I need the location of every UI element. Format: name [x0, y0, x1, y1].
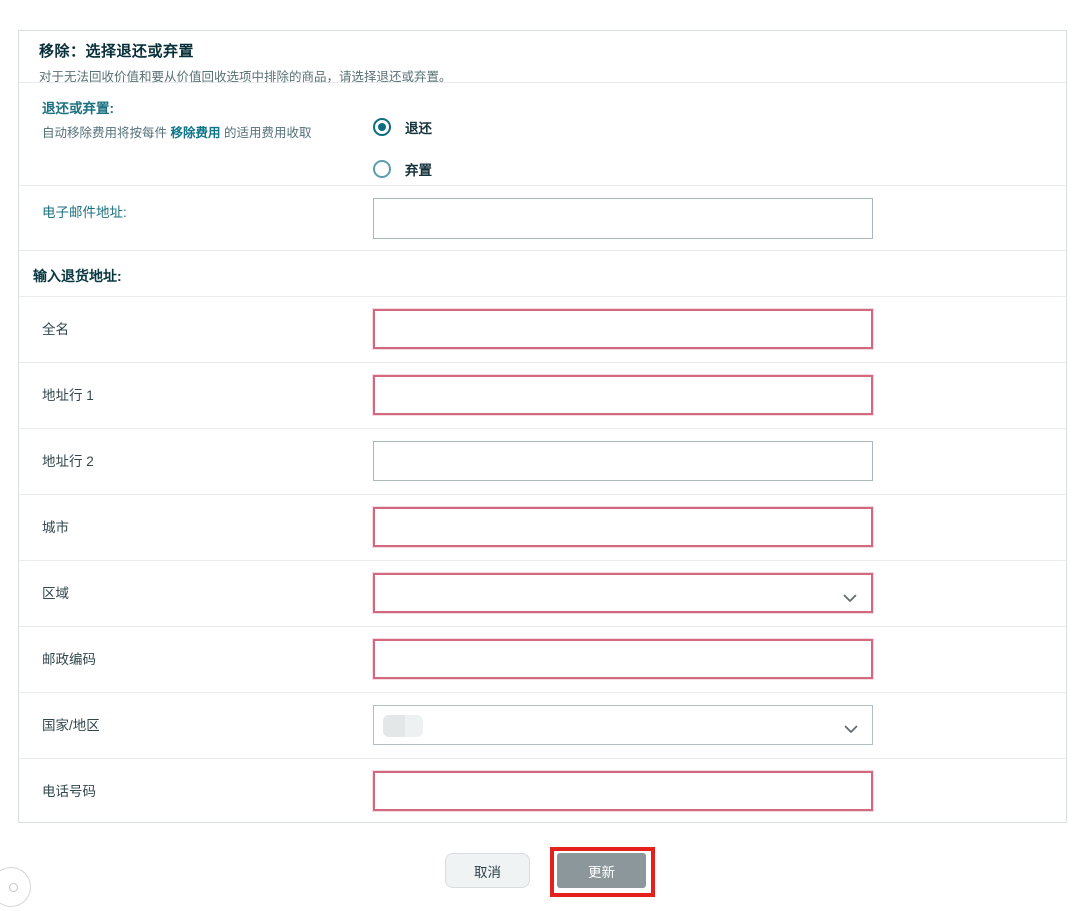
note-prefix: 自动移除费用将按每件 — [42, 126, 171, 140]
form-row-phone-number: 电话号码 — [19, 758, 1066, 824]
note-suffix: 的适用费用收取 — [220, 126, 312, 140]
chevron-down-icon — [844, 721, 858, 739]
email-row: 电子邮件地址: — [19, 185, 1066, 250]
address-section-title: 输入退货地址: — [33, 268, 122, 284]
field-label: 区域 — [42, 586, 69, 601]
form-row-region: 区域 — [19, 560, 1066, 626]
removal-fee-note: 自动移除费用将按每件 移除费用 的适用费用收取 — [42, 122, 373, 141]
redacted-country-value — [383, 715, 423, 737]
form-row-country: 国家/地区 — [19, 692, 1066, 758]
radio-return-label: 退还 — [405, 121, 432, 136]
email-input[interactable] — [373, 198, 873, 239]
country-select[interactable] — [373, 705, 873, 745]
field-label: 地址行 2 — [42, 454, 94, 469]
radio-option-return[interactable]: 退还 — [373, 117, 432, 137]
chevron-down-icon — [843, 590, 857, 608]
removal-fee-link[interactable]: 移除费用 — [170, 126, 220, 140]
form-row-address-line-2: 地址行 2 — [19, 428, 1066, 494]
field-label: 邮政编码 — [42, 652, 96, 667]
update-button[interactable]: 更新 — [557, 853, 646, 888]
field-label: 地址行 1 — [42, 388, 94, 403]
return-or-dispose-label-block: 退还或弃置: 自动移除费用将按每件 移除费用 的适用费用收取 — [42, 97, 373, 185]
field-label: 国家/地区 — [42, 718, 100, 733]
radio-option-dispose[interactable]: 弃置 — [373, 159, 432, 179]
region-select[interactable] — [373, 573, 873, 613]
address-section-row: 输入退货地址: — [19, 250, 1066, 296]
form-row-full-name: 全名 — [19, 296, 1066, 362]
radio-group: 退还 弃置 — [373, 97, 432, 185]
removal-form-panel: 移除：选择退还或弃置 对于无法回收价值和要从价值回收选项中排除的商品，请选择退还… — [18, 30, 1067, 823]
form-header: 移除：选择退还或弃置 对于无法回收价值和要从价值回收选项中排除的商品，请选择退还… — [19, 31, 1066, 84]
return-or-dispose-row: 退还或弃置: 自动移除费用将按每件 移除费用 的适用费用收取 退还 弃置 — [19, 82, 1066, 185]
phone-number-input[interactable] — [373, 771, 873, 811]
radio-return-icon[interactable] — [373, 118, 391, 136]
full-name-input[interactable] — [373, 309, 873, 349]
postal-code-input[interactable] — [373, 639, 873, 679]
address-line-2-input[interactable] — [373, 441, 873, 481]
radio-dispose-icon[interactable] — [373, 160, 391, 178]
field-label: 电话号码 — [42, 784, 96, 799]
return-or-dispose-label: 退还或弃置: — [42, 101, 114, 116]
form-row-postal-code: 邮政编码 — [19, 626, 1066, 692]
page-title: 移除：选择退还或弃置 — [39, 43, 195, 60]
field-label: 全名 — [42, 322, 69, 337]
cursor-indicator-icon — [0, 867, 31, 907]
cancel-button[interactable]: 取消 — [445, 853, 530, 888]
email-label: 电子邮件地址: — [42, 205, 127, 220]
radio-dispose-label: 弃置 — [405, 163, 432, 178]
city-input[interactable] — [373, 507, 873, 547]
form-row-city: 城市 — [19, 494, 1066, 560]
address-line-1-input[interactable] — [373, 375, 873, 415]
field-label: 城市 — [42, 520, 69, 535]
form-row-address-line-1: 地址行 1 — [19, 362, 1066, 428]
